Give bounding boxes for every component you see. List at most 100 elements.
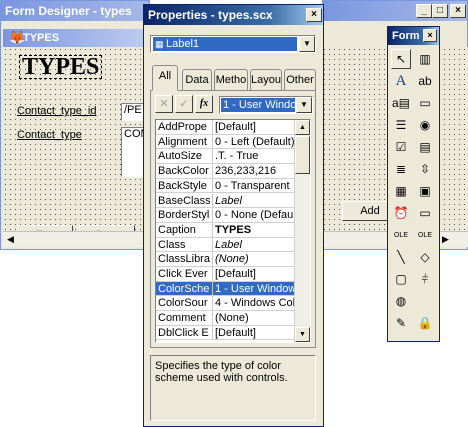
container-icon[interactable]: ▢	[391, 269, 411, 289]
property-rows: AddPrope [Default] Alignment 0 - Left (Defa…	[156, 120, 294, 342]
property-value-box[interactable]: 1 - User Windo ▼	[219, 96, 313, 114]
timer-icon[interactable]: ⏰	[391, 203, 411, 223]
object-selector-text: Label1	[166, 38, 200, 50]
maximize-button[interactable]: □	[432, 4, 448, 18]
grid-icon[interactable]: ▦	[391, 181, 411, 201]
property-row[interactable]: BackStyle 0 - Transparent	[156, 178, 294, 194]
property-name: AddPrope	[158, 121, 207, 133]
object-icon: ▦	[155, 39, 167, 49]
cancel-edit-icon[interactable]: ✕	[155, 95, 173, 113]
form-canvas: 🦊 TYPES TYPES Contact_type_id /PE Contac…	[3, 23, 151, 247]
olecontainer-icon[interactable]: OLE	[415, 225, 435, 245]
property-row[interactable]: AutoSize .T. - True	[156, 149, 294, 165]
shape-icon[interactable]: ◇	[415, 247, 435, 267]
properties-close-button[interactable]: ×	[306, 8, 322, 22]
form-designer-titlebar[interactable]: Form Designer - types	[1, 1, 149, 21]
scroll-up-icon[interactable]: ▲	[295, 120, 310, 135]
property-name: BackColor	[158, 165, 209, 178]
property-value: [Default]	[212, 267, 294, 281]
property-row[interactable]: BorderStyl 0 - None (Default)	[156, 208, 294, 223]
tab-methods[interactable]: Metho	[214, 69, 248, 91]
property-row[interactable]: AddPrope [Default]	[156, 120, 294, 135]
property-value: TYPES	[212, 222, 294, 237]
property-row[interactable]: BaseClass Label	[156, 193, 294, 209]
scroll-down-icon[interactable]: ▼	[295, 327, 310, 342]
property-name: Class	[158, 238, 186, 251]
property-dropdown-button[interactable]: ▼	[296, 97, 312, 113]
tab-data[interactable]: Data	[182, 69, 212, 91]
optiongroup-icon[interactable]: ◉	[415, 115, 435, 135]
viewclasses-icon[interactable]	[415, 291, 435, 311]
property-row[interactable]: Click Ever [Default]	[156, 267, 294, 282]
scroll-right-icon[interactable]: ▶	[442, 234, 449, 245]
property-row[interactable]: DblClick E [Default]	[156, 325, 294, 341]
image-icon[interactable]: ▣	[415, 181, 435, 201]
field-label-contact-type-id[interactable]: Contact_type_id	[17, 105, 97, 117]
property-value: Label	[212, 237, 294, 252]
builder-lock-icon[interactable]: ▥	[415, 49, 435, 69]
properties-window: Properties - types.scx × ▦ Label1 ▼ All …	[143, 4, 324, 427]
builder-icon[interactable]: ✎	[391, 313, 411, 333]
property-value: 0 - None (Default)	[212, 208, 294, 222]
property-value: Label	[212, 193, 294, 208]
textbox-icon[interactable]: ab	[415, 71, 435, 91]
object-dropdown-button[interactable]: ▼	[299, 36, 315, 52]
line-icon[interactable]: ╲	[391, 247, 411, 267]
property-vscroll[interactable]: ▲ ▼	[294, 120, 310, 342]
property-value: 0 - Transparent	[212, 178, 294, 193]
accept-edit-icon[interactable]: ✓	[175, 95, 193, 113]
property-value: 1 - User Window	[212, 281, 294, 296]
scroll-thumb[interactable]	[295, 136, 310, 174]
property-row[interactable]: Alignment 0 - Left (Default)	[156, 134, 294, 150]
field-label-contact-type[interactable]: Contact_type	[17, 129, 82, 141]
label-icon[interactable]: A	[391, 71, 411, 91]
properties-titlebar[interactable]: Properties - types.scx	[144, 5, 323, 25]
object-selector[interactable]: ▦ Label1 ▼	[150, 35, 316, 53]
property-value-text: 1 - User Windo	[221, 98, 295, 112]
property-row[interactable]: BackColor 236,233,216	[156, 164, 294, 179]
pageframe-icon[interactable]: ▭	[415, 203, 435, 223]
minimize-button[interactable]: _	[416, 4, 432, 18]
property-row[interactable]: ClassLibra (None)	[156, 252, 294, 267]
property-value: [Default]	[212, 120, 294, 134]
form-designer-hscroll[interactable]: ◀	[3, 231, 149, 247]
function-icon[interactable]: fx	[195, 95, 213, 113]
property-row[interactable]: ColorSche 1 - User Window	[156, 281, 294, 297]
property-value: 236,233,216	[212, 164, 294, 178]
form-heading-label[interactable]: TYPES	[19, 55, 103, 79]
tab-layout[interactable]: Layou	[250, 69, 282, 91]
scroll-left-icon[interactable]: ◀	[7, 234, 14, 245]
tab-all[interactable]: All	[152, 65, 178, 91]
form-titlebar[interactable]: 🦊 TYPES	[3, 29, 151, 47]
pointer-icon[interactable]: ↖	[391, 49, 411, 69]
oleboundcontrol-icon[interactable]: OLE	[391, 225, 411, 245]
properties-panel: ✕ ✓ fx 1 - User Windo ▼ AddPrope [Default…	[150, 90, 316, 348]
property-row[interactable]: Comment (None)	[156, 311, 294, 326]
listbox-icon[interactable]: ≣	[391, 159, 411, 179]
property-name: Click Ever	[158, 268, 208, 280]
lock-icon[interactable]: 🔒	[415, 313, 435, 333]
spinner-icon[interactable]: ⇳	[415, 159, 435, 179]
editbox-icon[interactable]: a▤	[391, 93, 411, 113]
tab-other[interactable]: Other	[284, 69, 316, 91]
property-value: 0 - Left (Default)	[212, 134, 294, 149]
close-button[interactable]: ×	[450, 4, 466, 18]
form-controls-close-button[interactable]: ×	[423, 29, 437, 42]
form-title: TYPES	[23, 32, 60, 44]
property-name: DblClick E	[158, 326, 209, 339]
property-name: Alignment	[158, 135, 207, 148]
property-name: AutoSize	[158, 150, 203, 163]
property-row[interactable]: ColorSour 4 - Windows Colo	[156, 296, 294, 312]
checkbox-icon[interactable]: ☑	[391, 137, 411, 157]
property-name: Comment	[158, 312, 206, 325]
fox-icon: 🦊	[9, 30, 26, 45]
hyperlink-icon[interactable]: ◍	[391, 291, 411, 311]
commandbutton-icon[interactable]: ▭	[415, 93, 435, 113]
property-name: Caption	[158, 223, 196, 236]
separator-icon[interactable]: ⫩	[415, 269, 435, 289]
property-row[interactable]: Caption TYPES	[156, 222, 294, 238]
commandgroup-icon[interactable]: ☰	[391, 115, 411, 135]
property-row[interactable]: Class Label	[156, 237, 294, 253]
property-name: ClassLibra	[158, 253, 210, 266]
combobox-icon[interactable]: ▤	[415, 137, 435, 157]
